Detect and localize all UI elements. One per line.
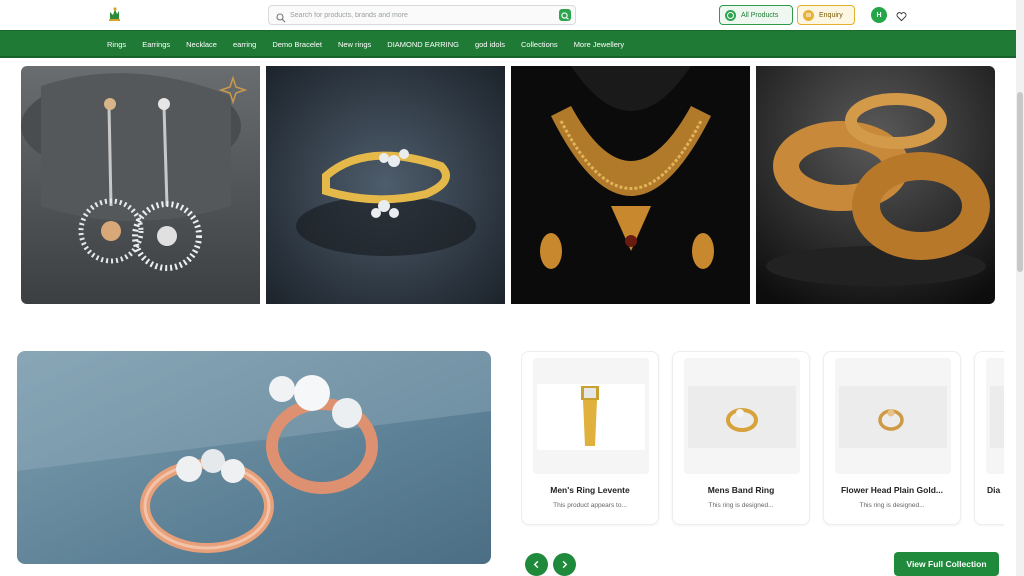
- all-products-label: All Products: [741, 11, 779, 19]
- enquiry-button[interactable]: Enquiry: [797, 5, 855, 25]
- product-description: This product appears to...: [553, 502, 627, 509]
- necklace-image: [511, 66, 750, 304]
- product-image: [533, 358, 649, 474]
- avatar[interactable]: H: [871, 7, 887, 23]
- category-navbar: Rings Earrings Necklace earring Demo Bra…: [0, 30, 1016, 58]
- chevron-right-icon: [562, 560, 568, 569]
- product-image: [684, 358, 800, 474]
- carousel-next-button[interactable]: [553, 553, 576, 576]
- category-tile-earrings[interactable]: [21, 66, 260, 304]
- product-card[interactable]: Men's Ring Levente This product appears …: [521, 351, 659, 525]
- search-submit-button[interactable]: [559, 9, 571, 21]
- ring-image: [266, 66, 505, 304]
- product-image: [986, 358, 1004, 474]
- product-title: Dia: [987, 485, 1001, 495]
- whatsapp-icon: [725, 9, 736, 21]
- nav-item-more-jewellery[interactable]: More Jewellery: [574, 40, 624, 49]
- scrollbar-thumb[interactable]: [1017, 92, 1023, 272]
- earrings-image: [21, 66, 260, 304]
- product-description: This ring is designed...: [859, 502, 925, 509]
- category-tile-bracelet[interactable]: [756, 66, 995, 304]
- page-scrollbar[interactable]: [1016, 0, 1024, 576]
- category-tile-rings[interactable]: [266, 66, 505, 304]
- search-bar: [268, 5, 576, 25]
- brand-logo[interactable]: [107, 6, 121, 22]
- bracelet-image: [756, 66, 995, 304]
- product-title: Men's Ring Levente: [550, 485, 630, 495]
- chevron-left-icon: [533, 560, 539, 569]
- collection-hero-image[interactable]: [17, 351, 491, 564]
- product-description: This ring is designed...: [708, 502, 774, 509]
- avatar-initial: H: [876, 11, 882, 19]
- product-card[interactable]: Mens Band Ring This ring is designed...: [672, 351, 810, 525]
- nav-item-collections[interactable]: Collections: [521, 40, 558, 49]
- enquiry-label: Enquiry: [819, 11, 843, 19]
- enquiry-icon: [803, 9, 814, 21]
- all-products-button[interactable]: All Products: [719, 5, 793, 25]
- nav-item-necklace[interactable]: Necklace: [186, 40, 217, 49]
- product-card[interactable]: Dia: [974, 351, 1004, 525]
- rings-hero-image: [17, 351, 491, 564]
- search-icon: [276, 10, 286, 23]
- search-input[interactable]: [290, 8, 550, 22]
- nav-item-diamond-earring[interactable]: DIAMOND EARRING: [387, 40, 459, 49]
- top-header: All Products Enquiry H: [0, 0, 1016, 30]
- product-title: Mens Band Ring: [707, 485, 775, 495]
- nav-item-new-rings[interactable]: New rings: [338, 40, 371, 49]
- view-full-collection-button[interactable]: View Full Collection: [894, 552, 999, 576]
- nav-item-earring[interactable]: earring: [233, 40, 256, 49]
- nav-item-earrings[interactable]: Earrings: [142, 40, 170, 49]
- product-title: Flower Head Plain Gold...: [840, 485, 944, 495]
- product-image: [835, 358, 951, 474]
- category-nav-list: Rings Earrings Necklace earring Demo Bra…: [107, 31, 624, 57]
- category-tile-necklace[interactable]: [511, 66, 750, 304]
- nav-item-demo-bracelet[interactable]: Demo Bracelet: [272, 40, 322, 49]
- heart-icon[interactable]: [896, 9, 907, 22]
- nav-item-rings[interactable]: Rings: [107, 40, 126, 49]
- product-card[interactable]: Flower Head Plain Gold... This ring is d…: [823, 351, 961, 525]
- carousel-prev-button[interactable]: [525, 553, 548, 576]
- nav-item-god-idols[interactable]: god idols: [475, 40, 505, 49]
- product-carousel: Men's Ring Levente This product appears …: [521, 351, 1004, 527]
